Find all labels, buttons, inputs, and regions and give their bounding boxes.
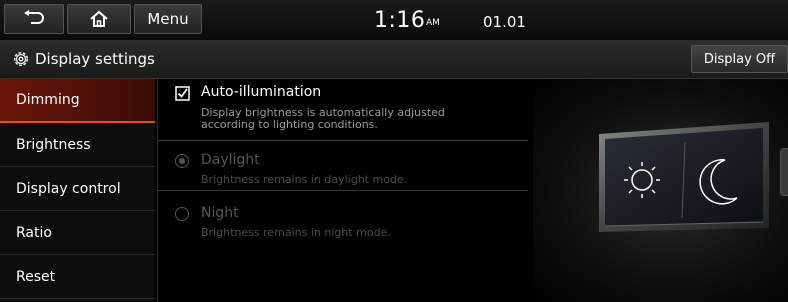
sidebar-item-ratio[interactable]: Ratio <box>0 211 155 255</box>
menu-button[interactable]: Menu <box>134 4 202 34</box>
night-option[interactable]: Night Brightness remains in night mode. <box>158 191 528 241</box>
home-button[interactable] <box>67 4 131 34</box>
radio-daylight[interactable] <box>175 154 189 168</box>
option-description: Brightness remains in night mode. <box>201 226 391 239</box>
date: 01.01 <box>483 13 526 31</box>
option-description: Brightness remains in daylight mode. <box>201 173 408 186</box>
sidebar: Dimming Brightness Display control Ratio… <box>0 79 155 302</box>
page-title: Display settings <box>35 50 155 68</box>
option-description: according to lighting conditions. <box>201 118 378 131</box>
checkbox-icon[interactable] <box>175 86 190 101</box>
monitor-illustration <box>599 122 769 232</box>
clock-ampm: AM <box>426 18 440 28</box>
home-icon <box>90 10 108 27</box>
back-icon <box>24 10 44 24</box>
sidebar-item-brightness[interactable]: Brightness <box>0 123 155 167</box>
option-label: Night <box>201 205 239 221</box>
radio-night[interactable] <box>175 207 189 221</box>
options-panel: Auto-illumination Display brightness is … <box>158 79 530 302</box>
clock: 1:16 <box>374 8 426 33</box>
gear-icon <box>13 51 29 67</box>
status-bar: Menu 1:16 AM 01.01 <box>0 0 788 40</box>
scroll-handle[interactable] <box>780 148 788 196</box>
title-bar: Display settings Display Off <box>0 40 788 79</box>
daylight-option[interactable]: Daylight Brightness remains in daylight … <box>158 141 528 191</box>
option-label: Auto-illumination <box>201 84 322 100</box>
display-off-button[interactable]: Display Off <box>691 45 788 73</box>
back-button[interactable] <box>4 4 64 34</box>
option-label: Daylight <box>201 152 260 168</box>
sidebar-item-reset[interactable]: Reset <box>0 255 155 299</box>
auto-illumination-option[interactable]: Auto-illumination Display brightness is … <box>158 79 528 141</box>
sidebar-item-display-control[interactable]: Display control <box>0 167 155 211</box>
sidebar-item-dimming[interactable]: Dimming <box>0 79 155 123</box>
